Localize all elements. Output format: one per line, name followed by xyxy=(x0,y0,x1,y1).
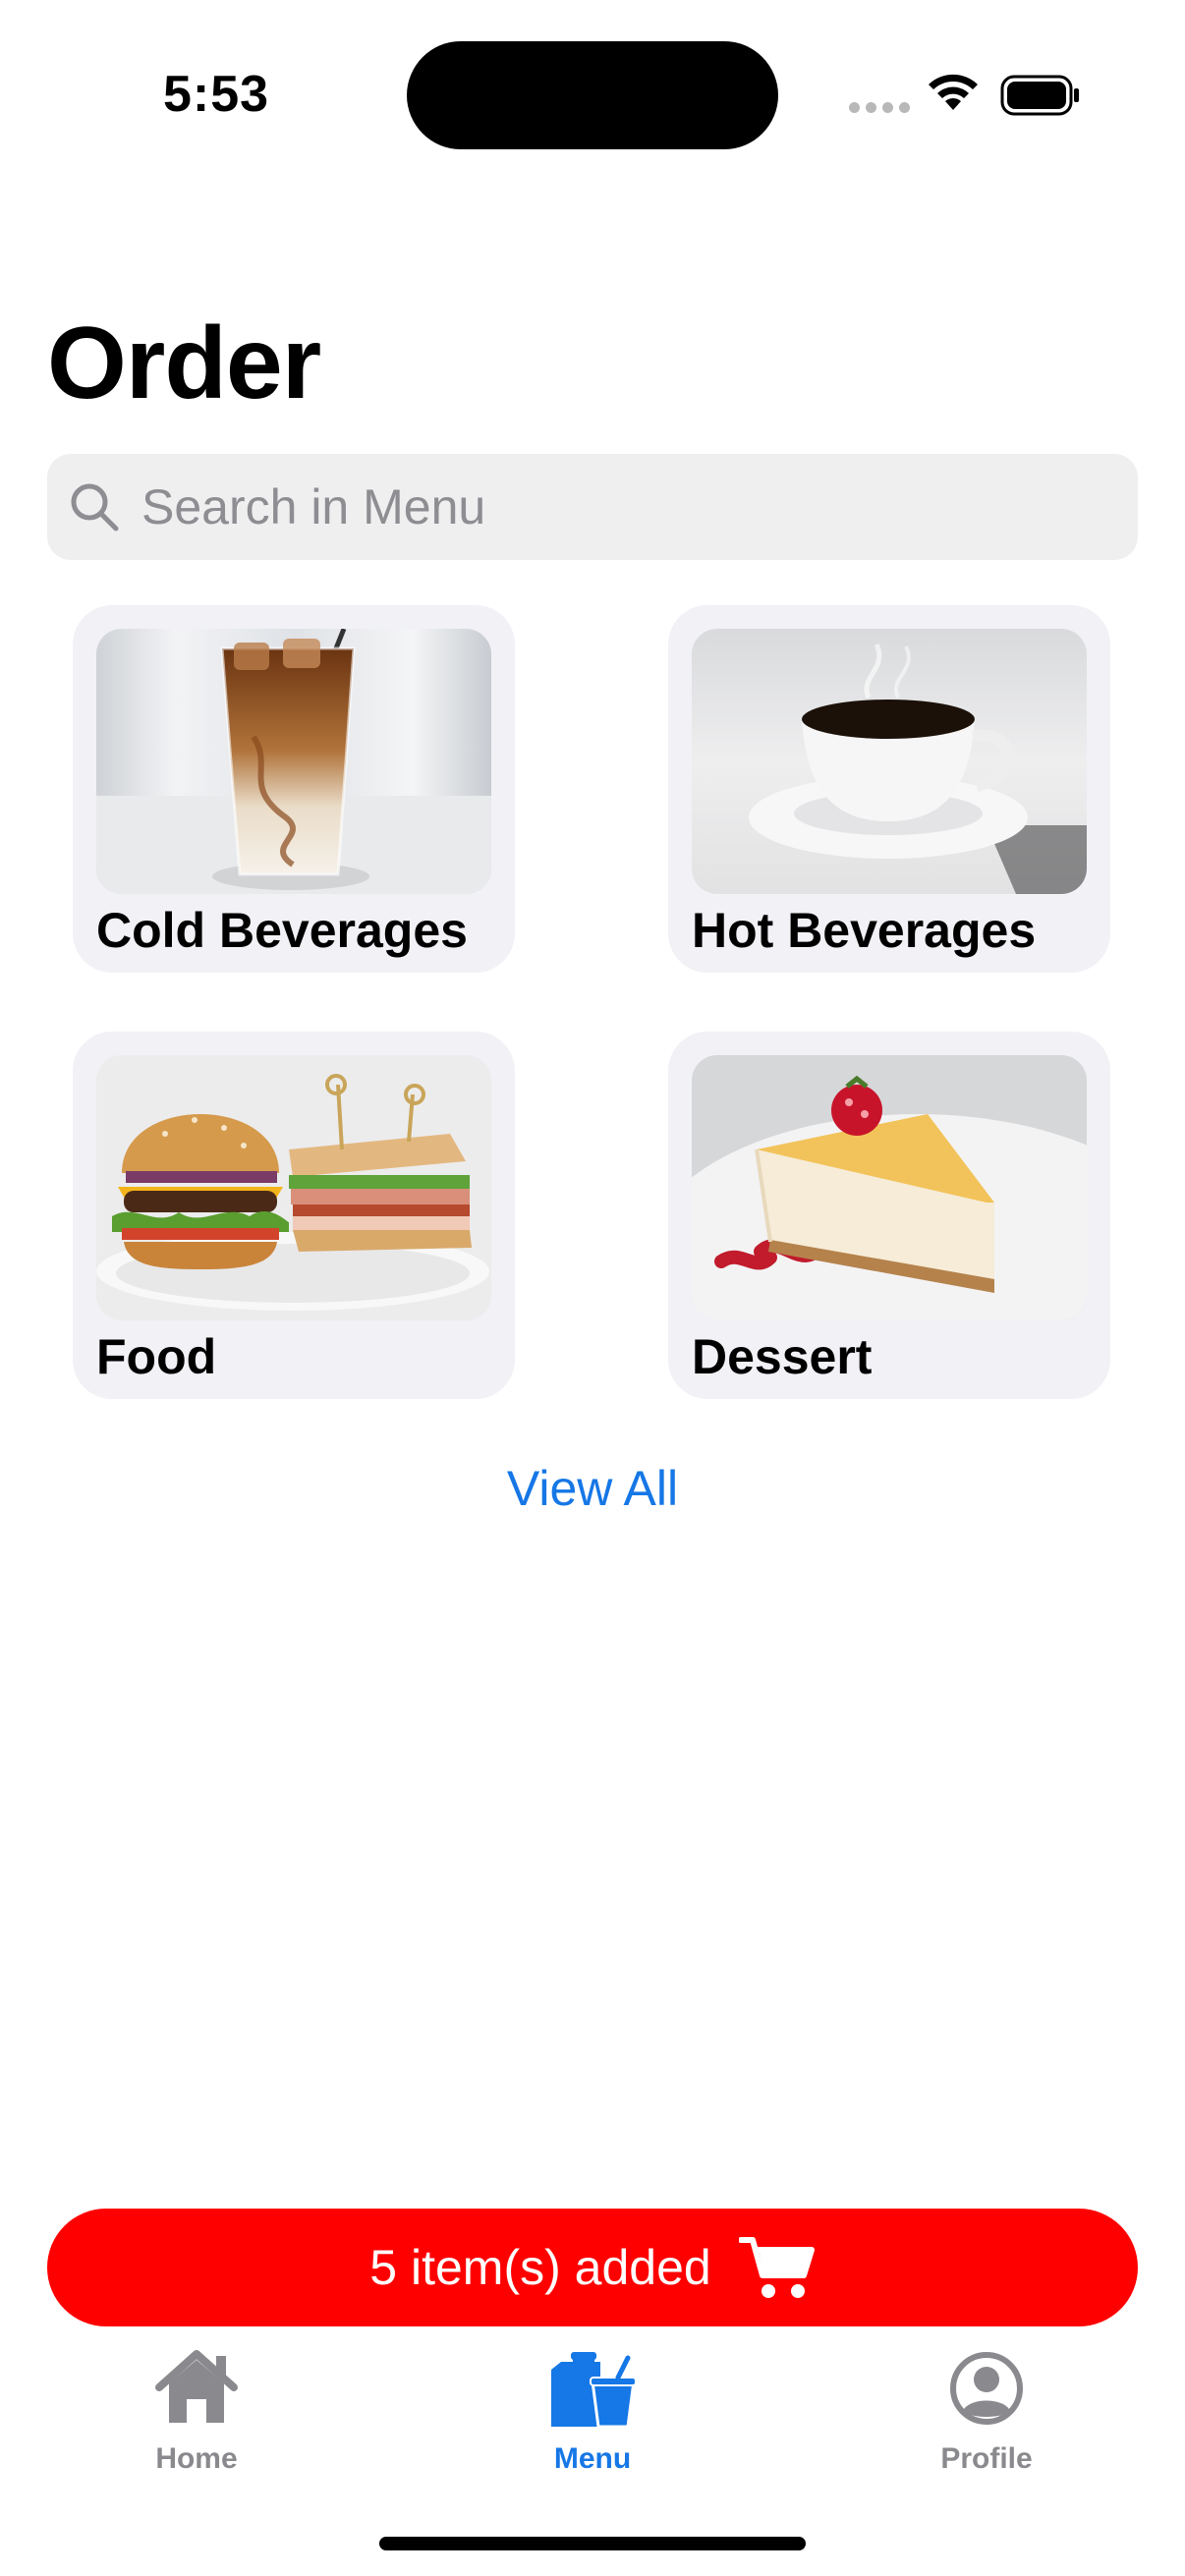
category-label: Hot Beverages xyxy=(692,903,1037,958)
burger-sandwich-image xyxy=(96,1055,491,1320)
hot-coffee-image xyxy=(692,629,1087,894)
category-label: Dessert xyxy=(692,1329,873,1384)
view-all-link[interactable]: View All xyxy=(0,1460,1185,1517)
tab-label: Menu xyxy=(553,2442,632,2475)
battery-icon xyxy=(1000,75,1079,116)
search-bar[interactable] xyxy=(47,454,1138,560)
page-title: Order xyxy=(47,307,321,420)
tab-home[interactable]: Home xyxy=(79,2348,314,2476)
category-card-cold-beverages[interactable]: Cold Beverages xyxy=(73,605,515,973)
category-label: Cold Beverages xyxy=(96,903,468,958)
category-label: Food xyxy=(96,1329,217,1384)
wifi-icon xyxy=(929,74,978,110)
tab-label: Home xyxy=(155,2442,238,2475)
iced-coffee-image xyxy=(96,629,491,894)
category-card-food[interactable]: Food xyxy=(73,1032,515,1399)
home-indicator xyxy=(379,2537,806,2550)
cart-count-label: 5 item(s) added xyxy=(369,2240,711,2295)
search-input[interactable] xyxy=(141,478,1085,535)
category-card-dessert[interactable]: Dessert xyxy=(668,1032,1110,1399)
tab-menu[interactable]: Menu xyxy=(475,2348,710,2476)
status-time: 5:53 xyxy=(163,66,270,123)
cheesecake-image xyxy=(692,1055,1087,1320)
cart-button[interactable]: 5 item(s) added xyxy=(47,2209,1138,2326)
tab-label: Profile xyxy=(940,2442,1033,2475)
search-icon xyxy=(71,483,119,532)
house-icon xyxy=(155,2350,238,2423)
cellular-signal-icon xyxy=(849,102,910,113)
shopping-cart-icon xyxy=(738,2237,815,2298)
dynamic-island xyxy=(407,41,778,149)
menu-bag-cup-icon xyxy=(551,2352,637,2429)
tab-profile[interactable]: Profile xyxy=(869,2348,1104,2476)
person-circle-icon xyxy=(950,2352,1023,2425)
category-card-hot-beverages[interactable]: Hot Beverages xyxy=(668,605,1110,973)
